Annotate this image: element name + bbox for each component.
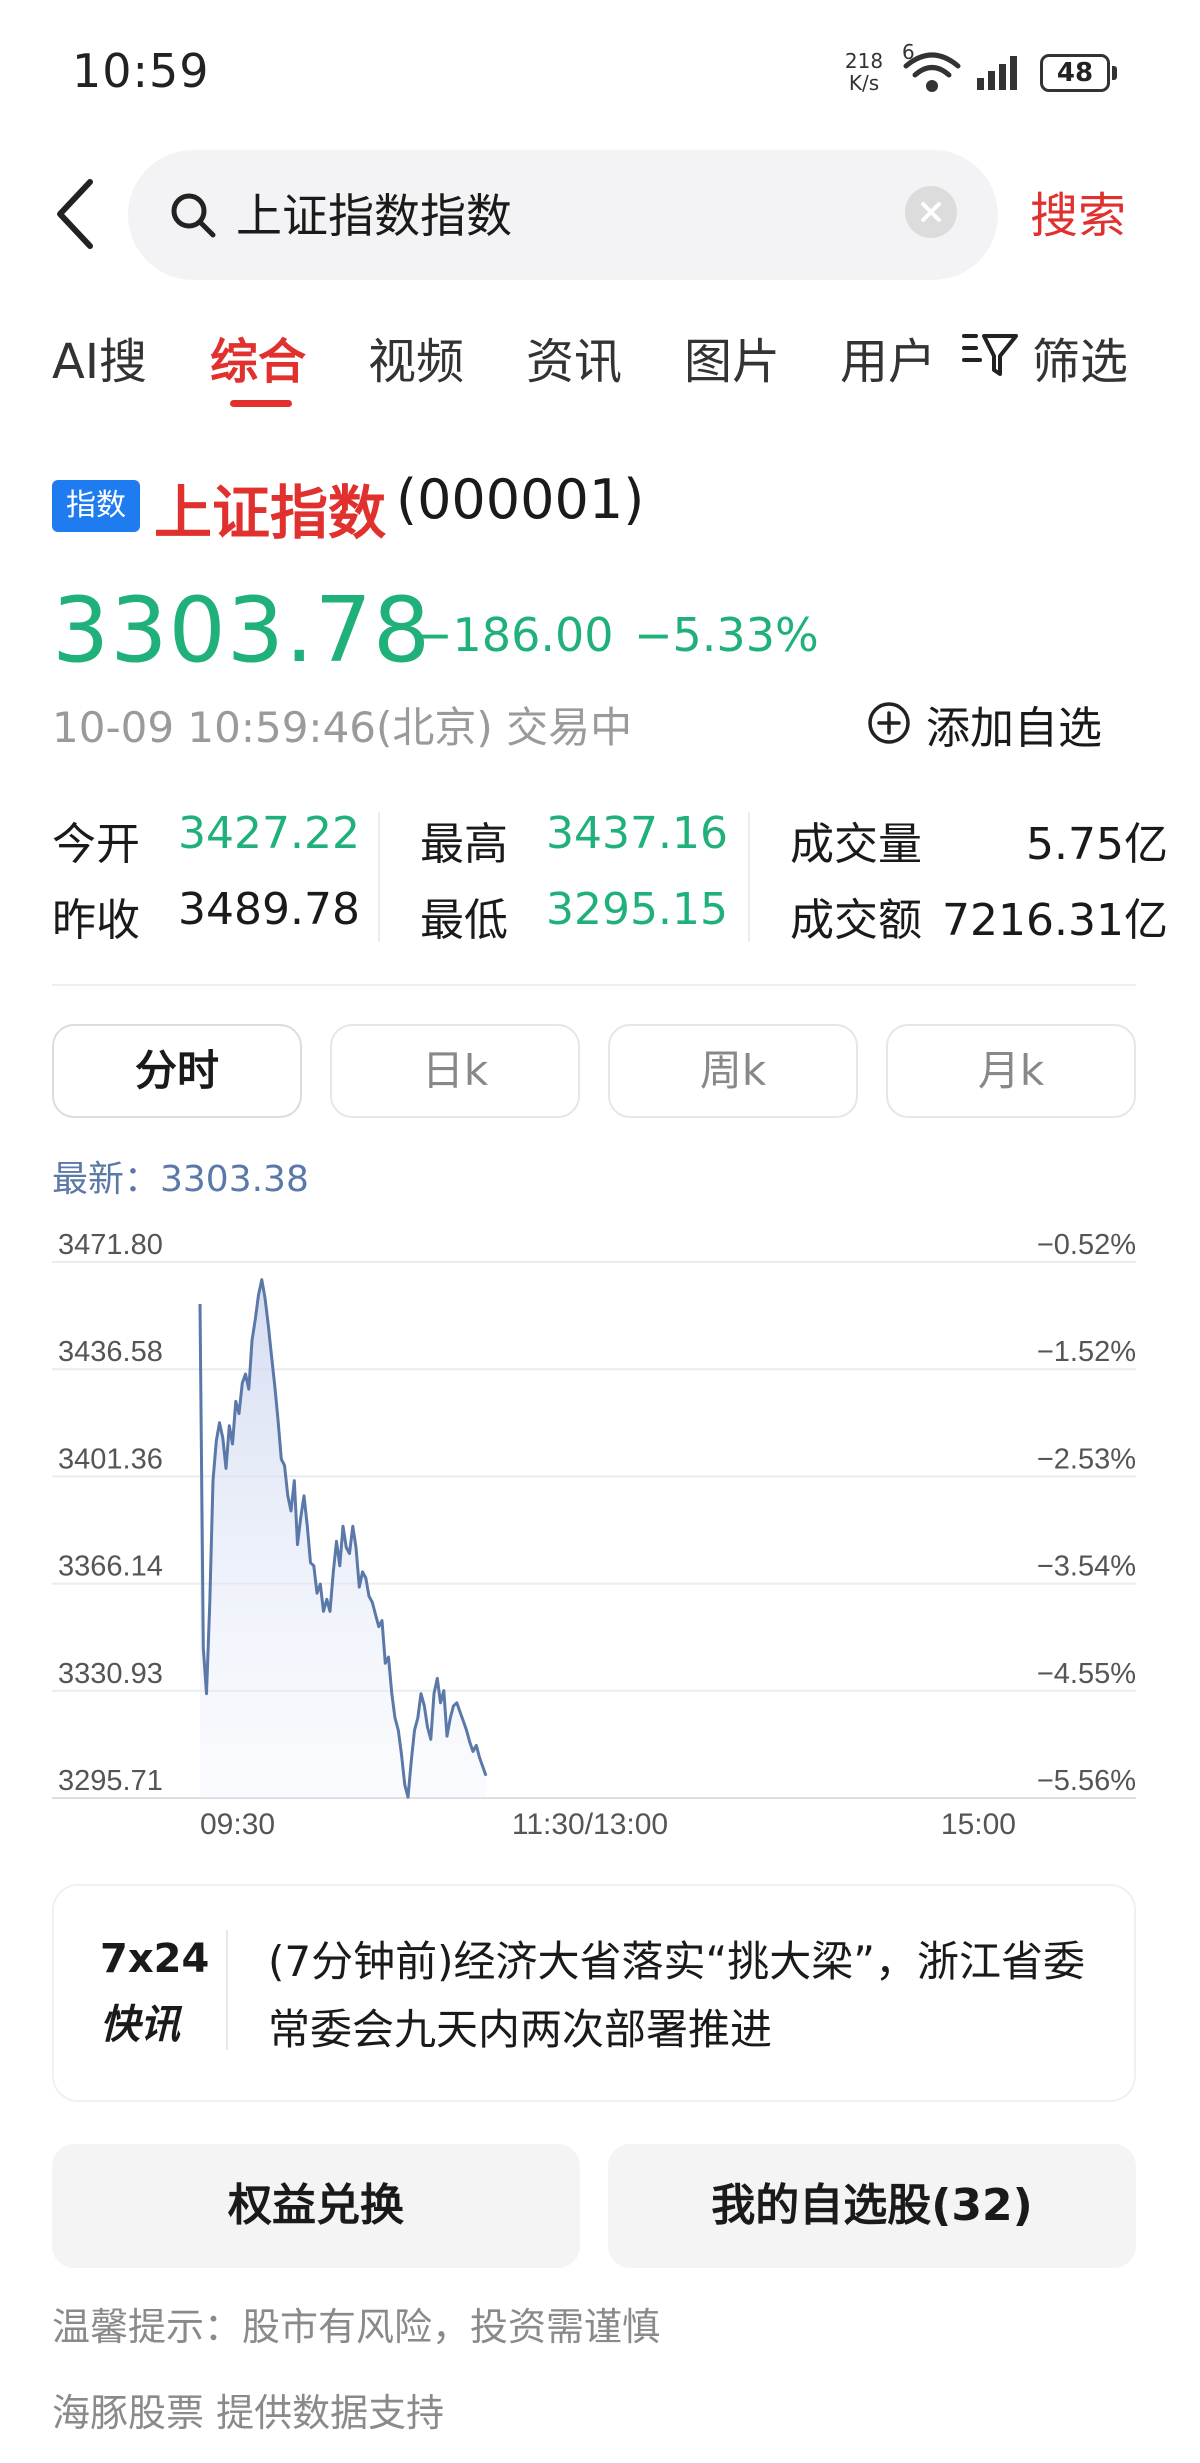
y-tick-label: 3330.93 — [58, 1658, 163, 1690]
y-tick-label: 3471.80 — [58, 1229, 163, 1261]
clear-icon[interactable] — [905, 186, 957, 238]
price-change-percent: −5.33% — [634, 608, 819, 662]
volume-label: 成交量 — [790, 819, 922, 870]
battery-icon: 48 — [1040, 54, 1110, 92]
intraday-chart[interactable]: 3471.80 −0.52% 3436.58 −1.52% 3401.36 −2.53% 3… — [0, 1200, 1200, 1880]
search-button[interactable]: 搜索 — [1030, 176, 1126, 246]
back-icon[interactable] — [52, 176, 96, 256]
battery-tip — [1112, 66, 1117, 80]
y-pct-tick-label: −3.54% — [1037, 1551, 1136, 1583]
quote-divider — [378, 812, 380, 942]
add-circle-icon[interactable] — [866, 700, 912, 750]
x-tick-label: 11:30/13:00 — [512, 1808, 668, 1841]
amount-label: 成交额 — [790, 895, 922, 946]
y-tick-label: 3366.14 — [58, 1551, 163, 1583]
open-label: 今开 — [52, 819, 140, 870]
tab-monthly-k[interactable]: 月k — [886, 1024, 1136, 1118]
price-change: −186.00 — [414, 608, 614, 662]
prev-close-value: 3489.78 — [178, 884, 360, 935]
y-pct-tick-label: −0.52% — [1037, 1229, 1136, 1261]
high-label: 最高 — [420, 819, 508, 870]
my-watchlist-button[interactable]: 我的自选股(32) — [608, 2144, 1136, 2268]
prev-close-label: 昨收 — [52, 895, 140, 946]
news-logo-text: 7x24 — [100, 1936, 210, 1982]
search-icon — [168, 190, 218, 244]
status-time: 10:59 — [72, 44, 210, 98]
x-tick-label: 09:30 — [200, 1808, 275, 1841]
tab-ai-search[interactable]: AI搜 — [52, 322, 147, 392]
search-query[interactable]: 上证指数指数 — [236, 180, 512, 246]
news-headline[interactable]: (7分钟前)经济大省落实“挑大梁”，浙江省委常委会九天内两次部署推进 — [268, 1928, 1108, 2064]
latest-price-label: 最新：3303.38 — [52, 1159, 309, 1200]
network-type: 6 — [902, 40, 915, 64]
y-pct-tick-label: −1.52% — [1037, 1336, 1136, 1368]
add-to-watchlist-button[interactable]: 添加自选 — [926, 692, 1102, 756]
tab-news[interactable]: 资讯 — [526, 322, 622, 392]
filter-icon[interactable] — [960, 330, 1020, 382]
tab-intraday[interactable]: 分时 — [52, 1024, 302, 1118]
x-tick-label: 15:00 — [941, 1808, 1016, 1841]
tab-video[interactable]: 视频 — [368, 322, 464, 392]
network-speed: 218 K/s — [840, 50, 888, 94]
wifi-icon: 6 — [902, 40, 962, 98]
y-pct-tick-label: −4.55% — [1037, 1658, 1136, 1690]
active-tab-indicator — [230, 400, 292, 407]
low-value: 3295.15 — [546, 884, 728, 935]
y-tick-label: 3401.36 — [58, 1443, 163, 1475]
quote-divider — [748, 812, 750, 942]
data-source: 海豚股票 提供数据支持 — [52, 2391, 445, 2435]
section-divider — [52, 984, 1136, 986]
y-pct-tick-label: −5.56% — [1037, 1765, 1136, 1797]
tab-users[interactable]: 用户 — [840, 322, 936, 392]
filter-button[interactable]: 筛选 — [1032, 322, 1128, 392]
y-tick-label: 3295.71 — [58, 1765, 163, 1797]
stock-name[interactable]: 上证指数 — [154, 466, 386, 550]
y-pct-tick-label: −2.53% — [1037, 1443, 1136, 1475]
volume-value: 5.75亿 — [1026, 819, 1168, 870]
risk-tip: 温馨提示：股市有风险，投资需谨慎 — [52, 2305, 661, 2349]
news-divider — [226, 1930, 228, 2050]
tab-weekly-k[interactable]: 周k — [608, 1024, 858, 1118]
quote-timestamp: 10-09 10:59:46(北京) 交易中 — [52, 703, 633, 752]
tab-daily-k[interactable]: 日k — [330, 1024, 580, 1118]
news-logo-subtext: 快讯 — [100, 2002, 180, 2048]
network-speed-unit: K/s — [848, 71, 880, 95]
tab-comprehensive[interactable]: 综合 — [210, 322, 306, 392]
low-label: 最低 — [420, 895, 508, 946]
current-price: 3303.78 — [52, 578, 432, 683]
y-tick-label: 3436.58 — [58, 1336, 163, 1368]
index-badge: 指数 — [52, 480, 140, 532]
tab-images[interactable]: 图片 — [684, 322, 780, 392]
rights-exchange-button[interactable]: 权益兑换 — [52, 2144, 580, 2268]
high-value: 3437.16 — [546, 808, 728, 859]
open-value: 3427.22 — [178, 808, 360, 859]
signal-icon — [975, 52, 1027, 96]
amount-value: 7216.31亿 — [942, 895, 1168, 946]
network-speed-value: 218 — [844, 49, 884, 73]
stock-code: (000001) — [396, 468, 645, 531]
